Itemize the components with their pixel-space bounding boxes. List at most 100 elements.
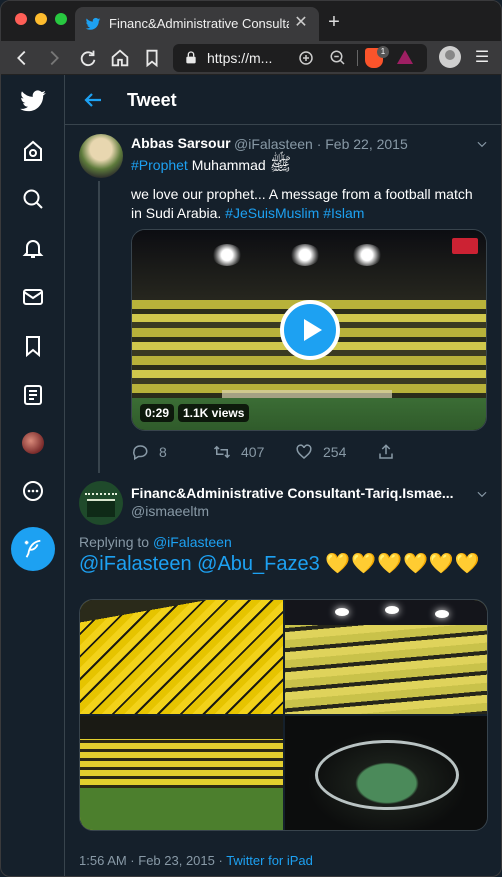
tweet-text: Muhammad [187, 157, 270, 173]
tweet-timestamp: 1:56 AM · Feb 23, 2015 · Twitter for iPa… [79, 853, 313, 868]
hashtag-link[interactable]: #JeSuisMuslim [225, 205, 319, 221]
avatar[interactable] [79, 481, 123, 525]
bookmark-page-icon[interactable] [141, 47, 163, 69]
messages-envelope-icon[interactable] [17, 281, 49, 313]
thread-connector-line [98, 181, 100, 473]
like-count: 254 [323, 444, 347, 460]
close-window-button[interactable] [15, 13, 27, 25]
browser-titlebar: Financ&Administrative Consultar ✕ + [1, 1, 501, 41]
source-link[interactable]: Twitter for iPad [226, 853, 313, 868]
stadium-photo-2[interactable] [285, 600, 487, 714]
stadium-roof-ring [315, 740, 459, 810]
browser-window: Financ&Administrative Consultar ✕ + http… [0, 0, 502, 877]
chevron-down-icon[interactable] [475, 487, 489, 501]
minimize-window-button[interactable] [35, 13, 47, 25]
honorific-glyph: ﷺ [269, 154, 292, 174]
stadium-light [352, 244, 382, 266]
yellow-hearts-emoji: 💛💛💛💛💛💛 [325, 553, 481, 575]
notifications-bell-icon[interactable] [17, 232, 49, 264]
play-icon [303, 319, 322, 341]
tweet-text: @iFalasteen @Abu_Faze3 💛💛💛💛💛💛 [79, 552, 489, 576]
twitter-bird-icon [85, 17, 101, 30]
home-icon[interactable] [109, 47, 131, 69]
tweet-header: Tweet [65, 75, 501, 125]
share-button[interactable] [377, 443, 405, 461]
video-frame-sky [132, 230, 486, 310]
mention-link[interactable]: @iFalasteen [153, 534, 232, 550]
tab-close-icon[interactable]: ✕ [291, 13, 311, 33]
replying-to: Replying to @iFalasteen [79, 534, 232, 550]
avatar-calligraphy [85, 487, 117, 495]
url-divider [357, 50, 358, 66]
maximize-window-button[interactable] [55, 13, 67, 25]
browser-menu-icon[interactable]: ☰ [471, 47, 493, 69]
profile-nav-avatar[interactable] [17, 427, 49, 459]
tweet-body: we love our prophet... A message from a … [131, 185, 487, 223]
browser-tab[interactable]: Financ&Administrative Consultar ✕ [75, 7, 319, 41]
url-text: https://m... [207, 50, 273, 66]
stadium-photo-3[interactable] [80, 716, 283, 830]
zoom-in-icon[interactable] [297, 49, 315, 67]
compose-tweet-button[interactable] [11, 527, 55, 571]
stadium-light [290, 244, 320, 266]
bookmarks-icon[interactable] [17, 330, 49, 362]
heart-icon [296, 444, 312, 459]
like-button[interactable]: 254 [295, 443, 346, 461]
channel-logo [452, 238, 478, 254]
reply-button[interactable]: 8 [131, 443, 167, 461]
back-arrow-icon[interactable] [81, 88, 105, 112]
page-title: Tweet [127, 90, 177, 110]
avatar[interactable] [79, 134, 123, 178]
stadium-light [335, 608, 349, 616]
replying-label: Replying to [79, 534, 153, 550]
share-icon [379, 444, 393, 459]
shields-count-badge: 1 [377, 46, 389, 58]
author-handle[interactable]: @ismaeeltm [131, 503, 209, 519]
stadium-photo-1[interactable] [80, 600, 283, 714]
lists-icon[interactable] [17, 379, 49, 411]
reload-icon[interactable] [77, 47, 99, 69]
mentions-link[interactable]: @iFalasteen @Abu_Faze3 [79, 553, 325, 575]
chevron-down-icon[interactable] [475, 137, 489, 151]
avatar [22, 432, 44, 454]
reply-icon [133, 445, 148, 461]
profile-avatar-icon[interactable] [439, 46, 461, 68]
twitter-logo-icon[interactable] [17, 85, 49, 117]
feather-plus-icon [24, 539, 41, 558]
zoom-out-icon[interactable] [329, 49, 347, 67]
forward-icon[interactable] [43, 47, 65, 69]
retweet-icon [213, 445, 231, 459]
retweet-button[interactable]: 407 [213, 443, 264, 461]
video-player[interactable]: 0:29 1.1K views [131, 229, 487, 431]
brave-rewards-icon[interactable] [397, 50, 413, 64]
stadium-light [385, 606, 399, 614]
home-nav-icon[interactable] [17, 135, 49, 167]
avatar-building [87, 499, 115, 517]
explore-search-icon[interactable] [17, 183, 49, 215]
back-icon[interactable] [11, 47, 33, 69]
stadium-light [435, 610, 449, 618]
tweet-actions: 8 407 254 [131, 441, 487, 465]
timestamp-text[interactable]: 1:56 AM · Feb 23, 2015 · [79, 853, 226, 868]
retweet-count: 407 [241, 444, 265, 460]
video-views: 1.1K views [178, 404, 250, 422]
stadium-photo-4[interactable] [285, 716, 487, 830]
tab-title: Financ&Administrative Consultar [109, 16, 289, 31]
new-tab-button[interactable]: + [323, 11, 345, 33]
play-button[interactable] [280, 300, 340, 360]
twitter-side-nav [1, 75, 65, 876]
video-duration: 0:29 [140, 404, 175, 422]
author-name[interactable]: Abbas Sarsour [131, 135, 231, 151]
stadium-light [212, 244, 242, 266]
author-handle-date[interactable]: @iFalasteen · Feb 22, 2015 [234, 136, 408, 152]
more-options-icon[interactable] [17, 475, 49, 507]
media-grid [79, 599, 488, 831]
tweet-text-line: #Prophet Muhammad ﷺ [131, 153, 291, 179]
browser-toolbar: https://m... 1 ☰ [1, 41, 501, 75]
hashtag-link[interactable]: #Prophet [131, 157, 188, 173]
url-bar[interactable]: https://m... 1 [173, 44, 427, 72]
author-name[interactable]: Financ&Administrative Consultant-Tariq.I… [131, 485, 461, 501]
lock-icon [186, 51, 196, 64]
hashtag-link[interactable]: #Islam [323, 205, 364, 221]
reply-count: 8 [159, 444, 167, 460]
